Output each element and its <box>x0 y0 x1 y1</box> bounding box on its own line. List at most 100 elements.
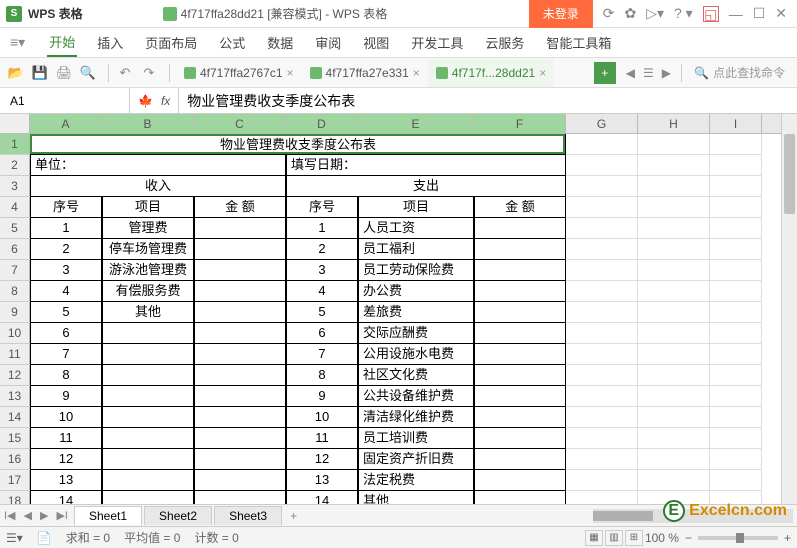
grid-row[interactable]: 4序号项目金 额序号项目金 额 <box>0 197 781 218</box>
grid-row[interactable]: 1399公共设备维护费 <box>0 386 781 407</box>
cell[interactable] <box>474 218 566 239</box>
row-header[interactable]: 1 <box>0 134 30 155</box>
grid-row[interactable]: 171313法定税费 <box>0 470 781 491</box>
row-header[interactable]: 15 <box>0 428 30 449</box>
col-header-A[interactable]: A <box>30 114 102 133</box>
sheet-nav-last-icon[interactable]: ▶I <box>52 509 72 522</box>
cell[interactable]: 12 <box>286 449 358 470</box>
redo-icon[interactable]: ↷ <box>139 63 159 83</box>
main-menu-icon[interactable]: ≡▾ <box>6 34 29 51</box>
cell[interactable] <box>102 386 194 407</box>
formula-input[interactable]: 物业管理费收支季度公布表 <box>178 88 797 113</box>
cell[interactable]: 5 <box>30 302 102 323</box>
cell[interactable]: 1 <box>286 218 358 239</box>
cell[interactable]: 8 <box>286 365 358 386</box>
undo-icon[interactable]: ↶ <box>115 63 135 83</box>
cell[interactable]: 6 <box>30 323 102 344</box>
add-sheet-button[interactable]: + <box>282 509 305 523</box>
cell[interactable] <box>638 155 710 176</box>
vertical-scrollbar[interactable] <box>781 114 797 504</box>
cell[interactable]: 1 <box>30 218 102 239</box>
cell[interactable]: 7 <box>286 344 358 365</box>
cell[interactable] <box>102 323 194 344</box>
cell[interactable] <box>474 281 566 302</box>
cell[interactable]: 10 <box>286 407 358 428</box>
cell[interactable] <box>710 344 762 365</box>
cell[interactable]: 员工培训费 <box>358 428 474 449</box>
cell[interactable] <box>638 281 710 302</box>
cell[interactable] <box>194 470 286 491</box>
cell[interactable]: 其他 <box>358 491 474 504</box>
cell[interactable] <box>566 218 638 239</box>
cell[interactable] <box>102 449 194 470</box>
grid-row[interactable]: 1288社区文化费 <box>0 365 781 386</box>
cell[interactable]: 支出 <box>286 176 566 197</box>
cell[interactable] <box>638 470 710 491</box>
cell[interactable]: 金 额 <box>194 197 286 218</box>
cell[interactable] <box>194 302 286 323</box>
print-preview-icon[interactable]: 🔍 <box>78 63 98 83</box>
cell[interactable] <box>194 323 286 344</box>
menu-page-layout[interactable]: 页面布局 <box>143 29 199 56</box>
cell-reference-input[interactable]: A1 <box>0 88 130 113</box>
cell[interactable]: 4 <box>286 281 358 302</box>
maximize-icon[interactable]: ☐ <box>753 5 766 22</box>
cell[interactable] <box>194 260 286 281</box>
cell[interactable] <box>710 449 762 470</box>
restore-icon[interactable]: ◱ <box>703 6 719 22</box>
tab-list-icon[interactable]: ☰ <box>639 66 658 80</box>
new-tab-button[interactable]: + <box>594 62 616 84</box>
cell[interactable]: 12 <box>30 449 102 470</box>
cell[interactable] <box>710 281 762 302</box>
row-header[interactable]: 17 <box>0 470 30 491</box>
cell[interactable] <box>710 302 762 323</box>
cell[interactable] <box>566 428 638 449</box>
grid-row[interactable]: 1066交际应酬费 <box>0 323 781 344</box>
row-header[interactable]: 10 <box>0 323 30 344</box>
cell[interactable] <box>566 449 638 470</box>
cell[interactable] <box>566 260 638 281</box>
row-header[interactable]: 13 <box>0 386 30 407</box>
status-mode-icon[interactable]: ☰▾ <box>6 531 23 545</box>
cell[interactable]: 收入 <box>30 176 286 197</box>
cell[interactable] <box>102 428 194 449</box>
cell[interactable]: 社区文化费 <box>358 365 474 386</box>
cell[interactable]: 3 <box>286 260 358 281</box>
cell[interactable]: 人员工资 <box>358 218 474 239</box>
cell[interactable]: 公共设备维护费 <box>358 386 474 407</box>
tab-close-icon[interactable]: × <box>539 66 546 80</box>
menu-insert[interactable]: 插入 <box>95 29 125 56</box>
cell[interactable]: 物业管理费收支季度公布表 <box>30 134 566 155</box>
cell[interactable] <box>474 365 566 386</box>
cell[interactable] <box>102 470 194 491</box>
cell[interactable] <box>194 386 286 407</box>
cell[interactable]: 4 <box>30 281 102 302</box>
cell[interactable] <box>566 302 638 323</box>
cell[interactable] <box>638 260 710 281</box>
row-header[interactable]: 2 <box>0 155 30 176</box>
cell[interactable] <box>474 407 566 428</box>
cell[interactable]: 停车场管理费 <box>102 239 194 260</box>
command-search[interactable]: 🔍点此查找命令 <box>688 64 791 81</box>
menu-review[interactable]: 审阅 <box>313 29 343 56</box>
view-normal-icon[interactable]: ▦ <box>585 530 603 546</box>
close-icon[interactable]: ✕ <box>775 5 787 22</box>
cell[interactable]: 办公费 <box>358 281 474 302</box>
menu-start[interactable]: 开始 <box>47 28 77 57</box>
cell[interactable]: 填写日期： <box>286 155 566 176</box>
print-icon[interactable]: 🖨 <box>54 63 74 83</box>
sheet-tab-0[interactable]: Sheet1 <box>74 506 142 525</box>
cell[interactable] <box>194 281 286 302</box>
cell[interactable] <box>638 344 710 365</box>
cell[interactable] <box>710 218 762 239</box>
cell[interactable] <box>474 344 566 365</box>
fx-icon[interactable]: fx <box>161 94 170 108</box>
cell[interactable] <box>566 134 638 155</box>
cell[interactable] <box>638 428 710 449</box>
cell[interactable]: 序号 <box>30 197 102 218</box>
cell[interactable] <box>566 407 638 428</box>
cell[interactable]: 金 额 <box>474 197 566 218</box>
cell[interactable] <box>710 134 762 155</box>
cell[interactable] <box>102 407 194 428</box>
grid-row[interactable]: 151111员工培训费 <box>0 428 781 449</box>
